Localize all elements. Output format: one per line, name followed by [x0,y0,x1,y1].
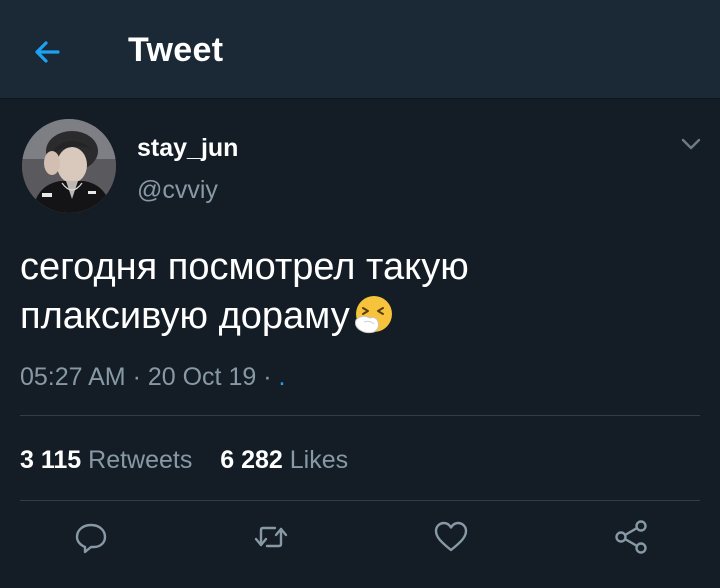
retweet-icon [254,526,288,548]
share-icon [615,520,647,554]
chevron-down-icon [681,138,701,150]
likes-label: Likes [289,446,349,474]
arrow-left-icon [35,41,60,63]
reply-icon [75,523,107,554]
divider [20,500,700,501]
like-button[interactable] [431,517,471,557]
retweets-stat[interactable]: 3 115 Retweets [20,446,192,474]
sneezing-face-emoji [354,296,392,334]
tweet-stats: 3 115 Retweets 6 282 Likes [20,445,348,475]
tweet-text-line-2: плаксивую дораму [20,295,350,337]
retweet-button[interactable] [251,517,291,557]
meta-separator: · [256,363,279,391]
meta-separator: · [125,363,148,391]
tweet-text: сегодня посмотрел такую плаксивую дораму [20,243,680,341]
avatar-image [22,119,116,213]
tweet-time: 05:27 AM [20,363,126,391]
tweet-timestamp: 05:27 AM · 20 Oct 19 · . [20,362,285,392]
tweet-text-line-1: сегодня посмотрел такую [20,246,469,288]
user-handle[interactable]: @cvviy [137,175,218,205]
heart-icon [434,521,468,552]
retweets-label: Retweets [88,446,193,474]
tweet-date: 20 Oct 19 [147,363,257,391]
divider [20,415,700,416]
back-button[interactable] [28,32,68,72]
user-name[interactable]: stay_jun [137,133,238,163]
page-title: Tweet [128,31,224,69]
top-bar: Tweet [0,0,720,99]
likes-count: 6 282 [220,446,283,474]
reply-button[interactable] [71,517,111,557]
tweet-detail: stay_jun @cvviy сегодня посмотрел такую … [0,99,720,588]
tweet-source-link[interactable]: . [278,363,285,391]
share-button[interactable] [611,517,651,557]
retweets-count: 3 115 [20,446,82,474]
avatar[interactable] [22,119,116,213]
more-options-button[interactable] [676,129,706,159]
likes-stat[interactable]: 6 282 Likes [220,446,348,474]
tweet-actions [0,517,720,567]
